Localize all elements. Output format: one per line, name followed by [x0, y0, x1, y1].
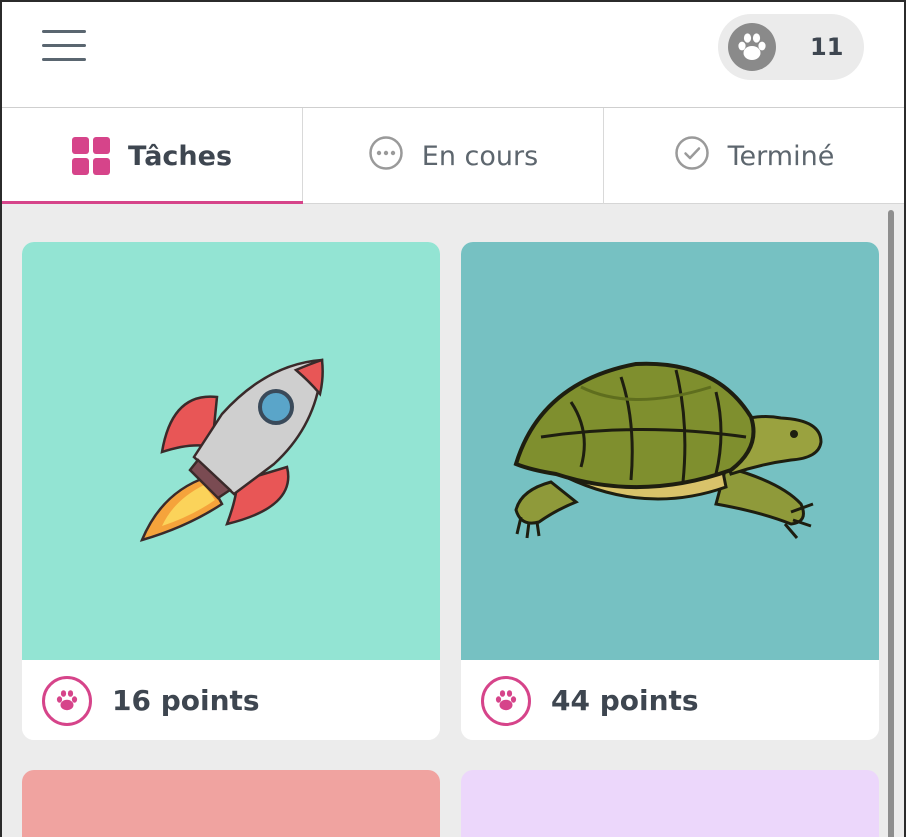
task-points: 44 points [551, 684, 699, 717]
task-grid: 16 points 44 points [2, 204, 904, 837]
tab-taches[interactable]: Tâches [2, 108, 303, 205]
task-card-rocket[interactable]: 16 points [22, 242, 440, 740]
task-card-turtle[interactable]: 44 points [461, 242, 879, 740]
paw-icon [42, 676, 92, 726]
tab-label: Tâches [127, 140, 233, 172]
check-circle-icon [674, 135, 710, 178]
app-window: 11 Tâches En cours Terminé 16 points 44 … [2, 2, 904, 837]
paw-icon [481, 676, 531, 726]
card-footer: 44 points [461, 660, 879, 740]
tab-en-cours[interactable]: En cours [303, 108, 604, 204]
task-card-partial-2[interactable] [461, 770, 879, 837]
points-balance[interactable]: 11 [718, 14, 864, 80]
app-header: 11 [2, 2, 904, 108]
hamburger-menu-icon[interactable] [42, 28, 86, 64]
turtle-illustration [461, 242, 879, 660]
task-points: 16 points [112, 684, 260, 717]
task-card-partial-1[interactable] [22, 770, 440, 837]
grid-icon [71, 137, 110, 175]
card-footer: 16 points [22, 660, 440, 740]
scrollbar[interactable] [888, 210, 894, 837]
paw-icon [728, 23, 776, 71]
rocket-illustration [22, 242, 440, 660]
tab-label: En cours [421, 140, 539, 172]
points-total: 11 [810, 33, 844, 61]
tab-label: Terminé [727, 140, 835, 172]
tab-bar: Tâches En cours Terminé [2, 108, 904, 205]
tab-termine[interactable]: Terminé [604, 108, 904, 204]
ellipsis-circle-icon [368, 135, 404, 178]
